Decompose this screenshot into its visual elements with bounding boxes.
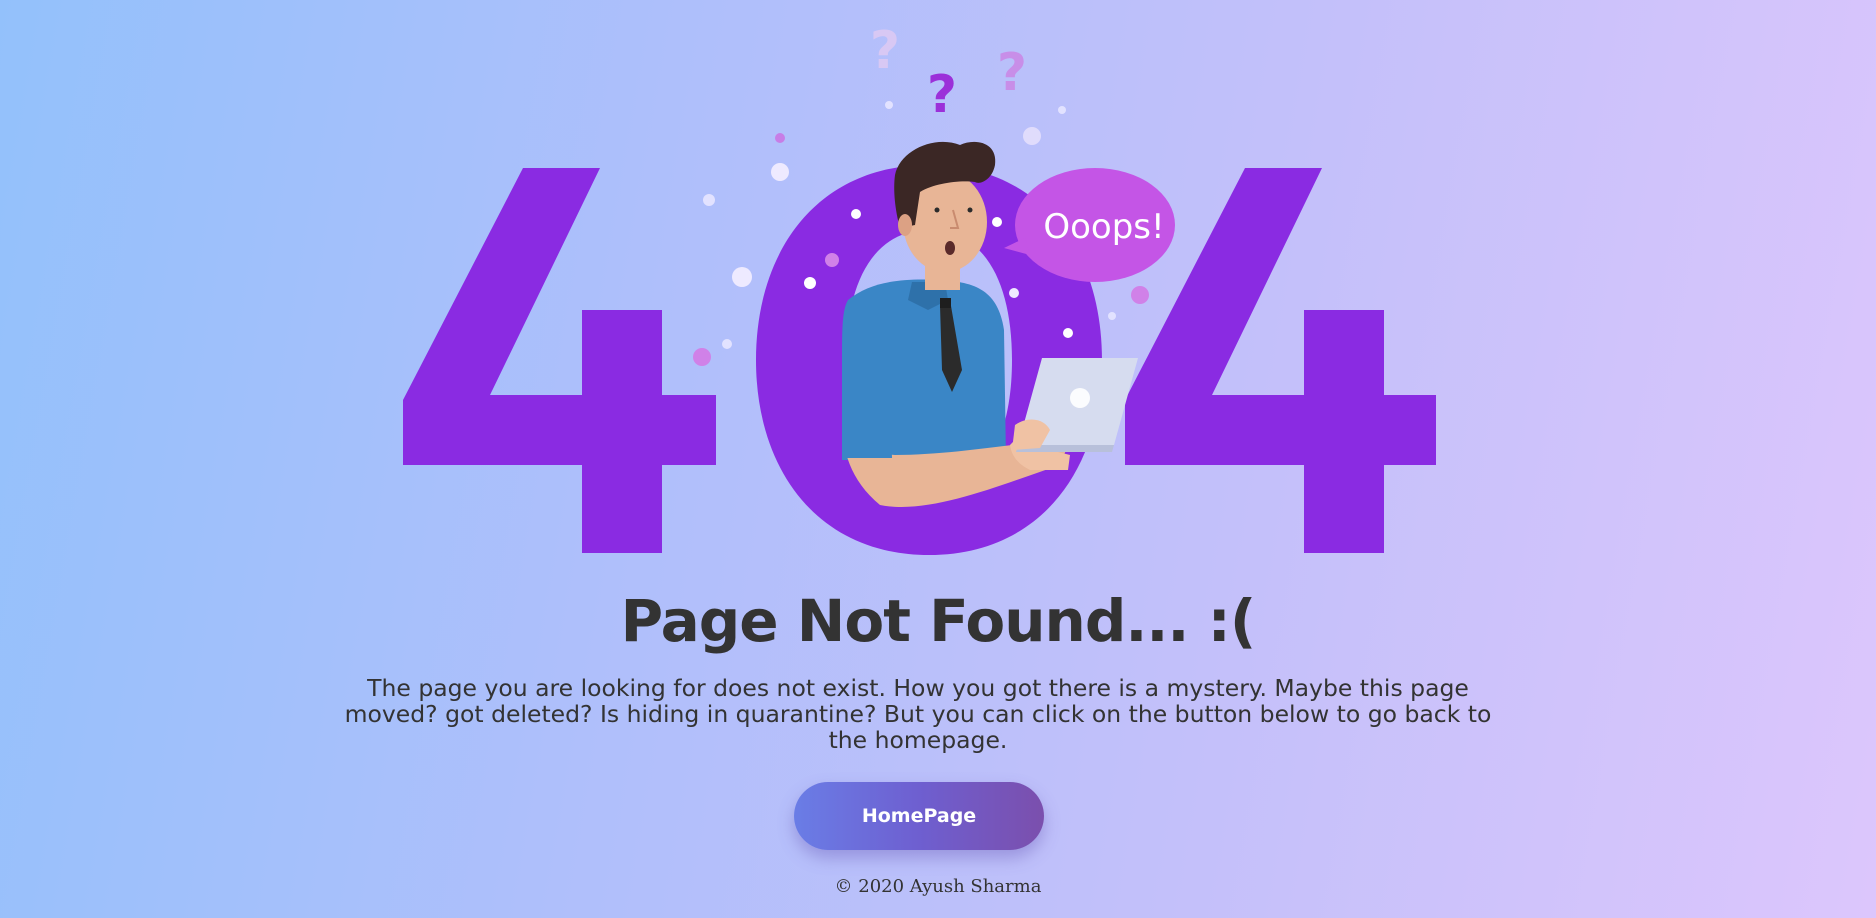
page-title: Page Not Found... :( xyxy=(620,587,1257,655)
homepage-button[interactable]: HomePage xyxy=(794,782,1044,850)
question-mark-icon: ? xyxy=(927,65,957,125)
digit-four-left xyxy=(403,168,716,553)
question-mark-icon: ? xyxy=(997,43,1027,103)
footer-copyright: © 2020 Ayush Sharma xyxy=(834,876,1042,897)
speech-bubble-text: Ooops! xyxy=(1043,207,1164,247)
not-found-page: ? ? ? Ooops! Page Not Found...:(The pa… xyxy=(0,0,1876,918)
error-description: The page you are looking for does not ex… xyxy=(344,674,1492,754)
question-mark-icon: ? xyxy=(870,21,900,81)
question-marks: ? ? ? xyxy=(870,21,1027,125)
404-illustration: ? ? ? Ooops! xyxy=(403,21,1436,555)
